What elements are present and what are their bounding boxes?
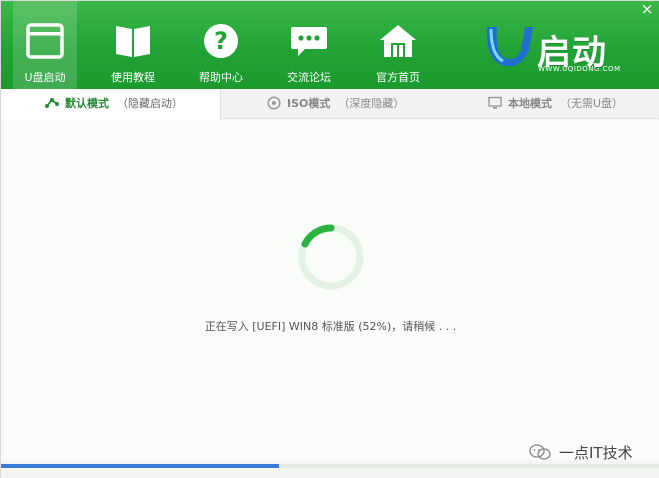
watermark-text: 一点IT技术 — [559, 443, 633, 462]
mode-tabs: 默认模式 （隐藏启动） ISO模式 （深度隐藏） 本地模式 （无需U盘） — [1, 89, 659, 120]
tab-default-mode[interactable]: 默认模式 （隐藏启动） — [1, 89, 221, 120]
tab-label: 本地模式 — [508, 97, 552, 110]
nav-item-label: U盘启动 — [24, 71, 66, 84]
close-icon[interactable]: × — [640, 2, 654, 17]
tab-local-mode[interactable]: 本地模式 （无需U盘） — [488, 89, 658, 119]
svg-text:?: ? — [214, 27, 228, 55]
wechat-icon — [529, 444, 551, 460]
watermark: 一点IT技术 — [529, 441, 633, 463]
tab-sublabel: （深度隐藏） — [338, 97, 405, 110]
nav-item-homepage[interactable]: 官方首页 — [365, 1, 431, 89]
nav-item-label: 交流论坛 — [287, 71, 331, 84]
status-message: 正在写入 [UEFI] WIN8 标准版 (52%)，请稍候 . . . — [204, 320, 457, 333]
window-icon — [26, 23, 64, 59]
header-bar: × U盘启动 使用教程 ? 帮助中心 交流论坛 官方首页 启动 WWW.UQID… — [1, 1, 659, 89]
tab-sublabel: （隐藏启动） — [117, 97, 183, 110]
loading-spinner — [298, 224, 364, 290]
disc-icon — [267, 96, 281, 110]
nav-item-udisk-boot[interactable]: U盘启动 — [13, 1, 77, 89]
tab-label: 默认模式 — [65, 97, 109, 110]
nav-item-label: 官方首页 — [376, 71, 420, 84]
book-icon — [116, 26, 150, 57]
nav-item-label: 帮助中心 — [199, 71, 243, 84]
help-icon: ? — [204, 24, 238, 58]
tab-iso-mode[interactable]: ISO模式 （深度隐藏） — [267, 89, 467, 119]
usb-icon — [45, 98, 59, 108]
nav-item-help[interactable]: ? 帮助中心 — [189, 1, 253, 89]
app-window: × U盘启动 使用教程 ? 帮助中心 交流论坛 官方首页 启动 WWW.UQID… — [0, 0, 659, 478]
tab-sublabel: （无需U盘） — [560, 97, 624, 110]
nav-item-label: 使用教程 — [111, 71, 155, 84]
home-icon — [380, 25, 416, 57]
monitor-icon — [488, 96, 502, 109]
tab-label: ISO模式 — [287, 97, 331, 110]
nav-item-forum[interactable]: 交流论坛 — [277, 1, 341, 89]
chat-icon — [291, 27, 327, 56]
progress-bar — [1, 464, 279, 468]
brand-url: WWW.UQIDONG.COM — [538, 65, 621, 73]
nav-item-tutorial[interactable]: 使用教程 — [101, 1, 165, 89]
